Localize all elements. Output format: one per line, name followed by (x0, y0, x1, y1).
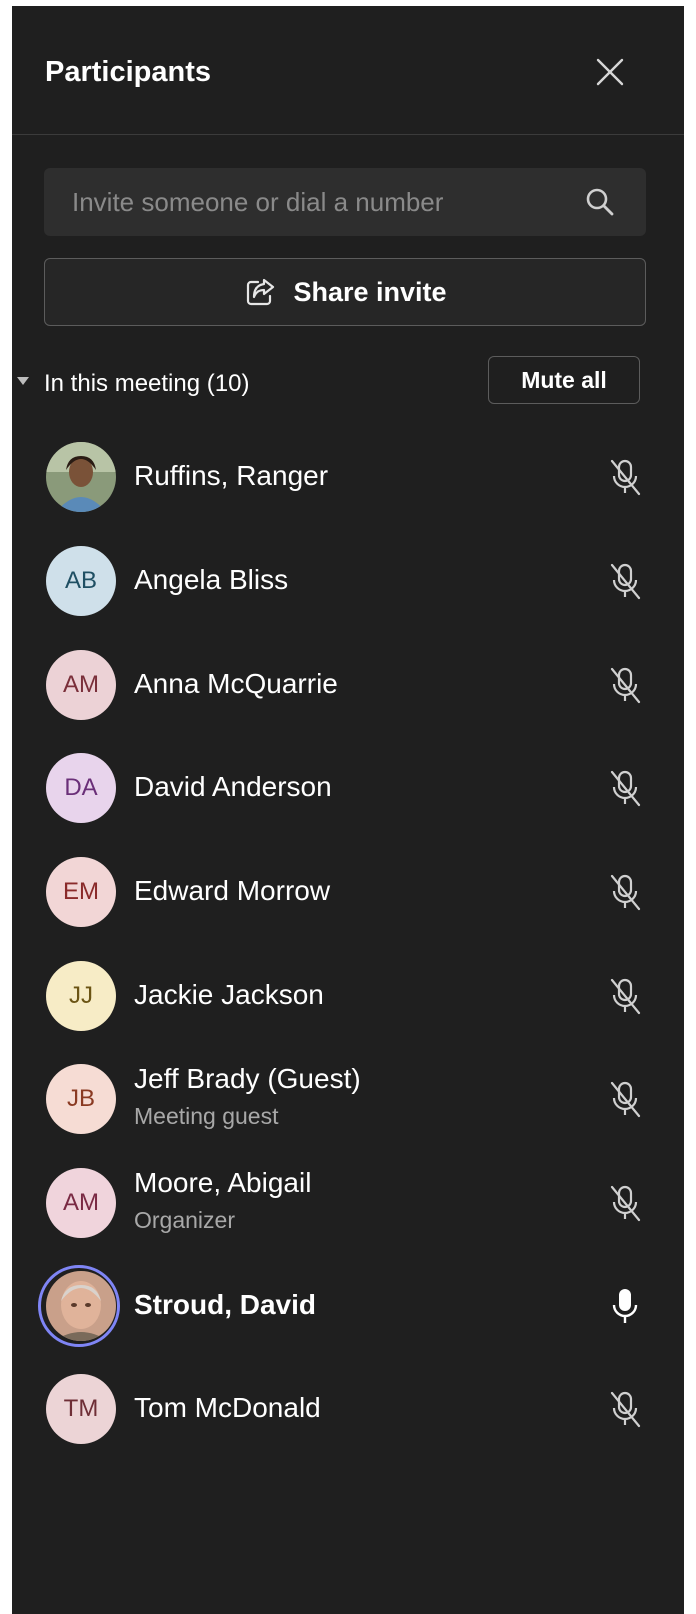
meeting-count-label: In this meeting (10) (44, 370, 250, 397)
panel-title: Participants (45, 56, 211, 88)
avatar-initials: JJ (69, 982, 93, 1009)
panel-header: Participants (12, 6, 684, 135)
avatar: DA (46, 753, 116, 823)
avatar: AB (46, 546, 116, 616)
avatar (46, 442, 116, 512)
mic-muted-icon[interactable] (608, 457, 642, 497)
invite-search (44, 168, 646, 236)
avatar (46, 1271, 116, 1341)
participant-row[interactable]: AM Anna McQuarrie (12, 635, 684, 735)
participants-panel: Participants Share invite (12, 6, 684, 1614)
share-invite-button[interactable]: Share invite (44, 258, 646, 326)
invite-search-input[interactable] (44, 168, 584, 236)
avatar: AM (46, 650, 116, 720)
participant-name: Moore, Abigail (134, 1167, 312, 1198)
mic-muted-icon[interactable] (608, 1079, 642, 1119)
participant-name: Ruffins, Ranger (134, 460, 329, 491)
participant-name: Jackie Jackson (134, 979, 324, 1010)
participant-row[interactable]: DA David Anderson (12, 738, 684, 838)
avatar: JB (46, 1064, 116, 1134)
participant-name: Anna McQuarrie (134, 668, 338, 699)
share-invite-label: Share invite (293, 276, 447, 307)
avatar: JJ (46, 961, 116, 1031)
avatar: EM (46, 857, 116, 927)
participant-row[interactable]: Ruffins, Ranger (12, 427, 684, 527)
participant-name: David Anderson (134, 771, 332, 802)
mic-muted-icon[interactable] (608, 1389, 642, 1429)
mic-muted-icon[interactable] (608, 976, 642, 1016)
mic-muted-icon[interactable] (608, 561, 642, 601)
participant-row[interactable]: AB Angela Bliss (12, 531, 684, 631)
avatar-initials: DA (64, 774, 98, 801)
avatar-initials: AM (63, 1189, 99, 1216)
search-icon[interactable] (584, 186, 616, 218)
participant-name: Jeff Brady (Guest) (134, 1063, 361, 1094)
mic-icon[interactable] (608, 1286, 642, 1326)
participant-name: Stroud, David (134, 1289, 317, 1320)
participant-name: Tom McDonald (134, 1392, 321, 1423)
participant-role: Meeting guest (134, 1103, 279, 1129)
close-icon[interactable] (590, 52, 630, 92)
avatar-initials: TM (63, 1395, 99, 1422)
participant-row[interactable]: EM Edward Morrow (12, 842, 684, 942)
avatar: AM (46, 1168, 116, 1238)
avatar-initials: AM (63, 671, 99, 698)
mic-muted-icon[interactable] (608, 1183, 642, 1223)
avatar-initials: EM (63, 878, 99, 905)
avatar-initials: JB (66, 1085, 95, 1112)
participant-row[interactable]: JB Jeff Brady (Guest) Meeting guest (12, 1049, 684, 1149)
participant-row[interactable]: TM Tom McDonald (12, 1359, 684, 1459)
participant-row[interactable]: JJ Jackie Jackson (12, 946, 684, 1046)
participant-name: Edward Morrow (134, 875, 331, 906)
avatar: TM (46, 1374, 116, 1444)
mic-muted-icon[interactable] (608, 665, 642, 705)
left-margin (0, 0, 12, 1614)
participant-row[interactable]: AM Moore, Abigail Organizer (12, 1153, 684, 1253)
participant-name: Angela Bliss (134, 564, 289, 595)
mic-muted-icon[interactable] (608, 872, 642, 912)
meeting-section-header: In this meeting (10) Mute all (12, 356, 684, 412)
avatar-initials: AB (64, 567, 97, 594)
share-icon (243, 275, 277, 309)
mic-muted-icon[interactable] (608, 768, 642, 808)
mute-all-button[interactable]: Mute all (488, 356, 640, 404)
participant-row[interactable]: Stroud, David (12, 1256, 684, 1356)
collapse-caret-icon[interactable] (16, 374, 30, 388)
participant-role: Organizer (134, 1207, 235, 1233)
